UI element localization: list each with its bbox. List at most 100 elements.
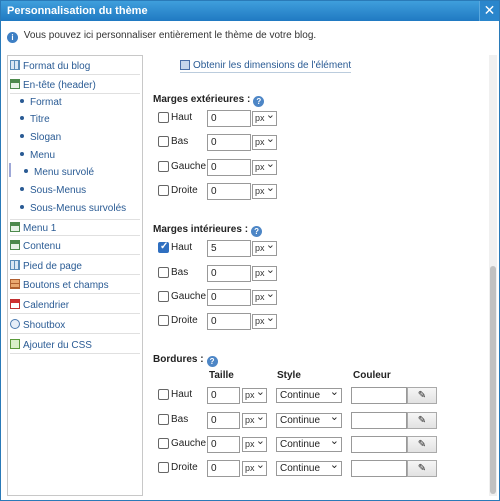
border-left-style-select[interactable]: Continue	[276, 435, 342, 452]
outer-margin-row-left: Gauche 0 px	[155, 158, 475, 177]
get-dimensions-link[interactable]: Obtenir les dimensions de l'élément	[180, 60, 352, 73]
inner-top-input[interactable]: 5	[207, 240, 251, 257]
border-right-color-picker[interactable]: ✎	[407, 460, 437, 477]
outer-bottom-input[interactable]: 0	[207, 134, 251, 151]
outer-top-input[interactable]: 0	[207, 110, 251, 127]
chat-icon	[10, 319, 20, 329]
outer-top-checkbox[interactable]	[158, 112, 169, 123]
outer-bottom-checkbox[interactable]	[158, 136, 169, 147]
border-right-checkbox[interactable]	[158, 462, 169, 473]
sidebar-subitem-sous-menus-survoles[interactable]: Sous-Menus survolés	[20, 201, 126, 217]
inner-right-checkbox[interactable]	[158, 315, 169, 326]
border-bottom-unit-select[interactable]: px	[242, 411, 267, 428]
outer-right-unit-select[interactable]: px	[252, 182, 277, 199]
border-left-size-input[interactable]: 0	[207, 436, 240, 453]
sidebar-subitem-menu-survole[interactable]: Menu survolé	[24, 165, 94, 181]
inner-top-checkbox[interactable]	[158, 241, 169, 253]
brick-icon	[10, 279, 20, 289]
sidebar: Format du blog En-tête (header) Format T…	[7, 55, 143, 496]
outer-bottom-unit-select[interactable]: px	[252, 133, 277, 150]
border-bottom-checkbox[interactable]	[158, 414, 169, 425]
sidebar-item-format-du-blog[interactable]: Format du blog	[10, 58, 140, 75]
border-row-right: Droite 0 px Continue ✎	[155, 459, 475, 478]
sidebar-item-contenu[interactable]: Contenu	[10, 238, 140, 255]
sidebar-item-boutons-et-champs[interactable]: Boutons et champs	[10, 277, 140, 294]
help-icon[interactable]: ?	[251, 226, 263, 237]
outer-right-input[interactable]: 0	[207, 183, 251, 200]
sidebar-item-label: Format du blog	[23, 61, 91, 72]
content-scrollbar[interactable]	[489, 55, 497, 496]
sidebar-item-label: Boutons et champs	[23, 280, 109, 291]
border-right-style-select[interactable]: Continue	[276, 459, 342, 476]
border-left-color-input[interactable]	[351, 436, 407, 453]
sidebar-item-ajouter-du-css[interactable]: Ajouter du CSS	[10, 337, 140, 354]
border-left-unit-select[interactable]: px	[242, 435, 267, 452]
border-right-unit-select[interactable]: px	[242, 459, 267, 476]
help-icon[interactable]: ?	[206, 356, 218, 367]
window-icon	[10, 222, 20, 232]
border-top-color-picker[interactable]: ✎	[407, 387, 437, 404]
dialog-titlebar: Personnalisation du thème	[1, 1, 499, 21]
inner-margin-row-left: Gauche 0 px	[155, 288, 475, 307]
inner-bottom-unit-select[interactable]: px	[252, 264, 277, 281]
scrollbar-thumb[interactable]	[490, 266, 496, 494]
outer-left-checkbox[interactable]	[158, 161, 169, 172]
help-icon[interactable]: ?	[253, 96, 265, 107]
eyedropper-icon: ✎	[417, 415, 427, 426]
intro-text: Vous pouvez ici personnaliser entièremen…	[23, 30, 317, 41]
sidebar-item-shoutbox[interactable]: Shoutbox	[10, 317, 140, 334]
borders-title: Bordures :?	[153, 354, 218, 367]
inner-left-unit-select[interactable]: px	[252, 288, 277, 305]
eyedropper-icon: ✎	[417, 463, 427, 474]
inner-left-checkbox[interactable]	[158, 291, 169, 302]
outer-right-checkbox[interactable]	[158, 185, 169, 196]
border-top-unit-select[interactable]: px	[242, 386, 267, 403]
border-right-size-input[interactable]: 0	[207, 460, 240, 477]
sidebar-subitem-titre[interactable]: Titre	[20, 112, 50, 128]
border-bottom-style-select[interactable]: Continue	[276, 411, 342, 428]
outer-top-unit-select[interactable]: px	[252, 109, 277, 126]
sidebar-item-calendrier[interactable]: Calendrier	[10, 297, 140, 314]
inner-right-input[interactable]: 0	[207, 313, 251, 330]
col-header-size: Taille	[209, 370, 234, 381]
layout-icon	[10, 60, 20, 70]
sidebar-subitem-slogan[interactable]: Slogan	[20, 130, 61, 146]
border-top-checkbox[interactable]	[158, 389, 169, 400]
sidebar-subitem-format[interactable]: Format	[20, 95, 62, 111]
border-bottom-color-input[interactable]	[351, 412, 407, 429]
close-button[interactable]: ✕	[479, 1, 499, 21]
dialog-title: Personnalisation du thème	[7, 5, 148, 17]
outer-left-input[interactable]: 0	[207, 159, 251, 176]
sidebar-item-menu-1[interactable]: Menu 1	[10, 219, 140, 236]
inner-bottom-checkbox[interactable]	[158, 267, 169, 278]
inner-margin-row-top: Haut 5 px	[155, 239, 475, 258]
inner-margins-title: Marges intérieures :?	[153, 224, 263, 237]
border-row-top: Haut 0 px Continue ✎	[155, 386, 475, 405]
border-right-color-input[interactable]	[351, 460, 407, 477]
border-top-color-input[interactable]	[351, 387, 407, 404]
eyedropper-icon: ✎	[417, 439, 427, 450]
sidebar-item-en-tete[interactable]: En-tête (header)	[10, 77, 140, 94]
bullet-icon	[20, 187, 24, 191]
settings-panel: Obtenir les dimensions de l'élément Marg…	[144, 55, 493, 496]
border-bottom-size-input[interactable]: 0	[207, 412, 240, 429]
border-bottom-color-picker[interactable]: ✎	[407, 412, 437, 429]
eyedropper-icon: ✎	[417, 390, 427, 401]
border-top-size-input[interactable]: 0	[207, 387, 240, 404]
border-left-color-picker[interactable]: ✎	[407, 436, 437, 453]
col-header-style: Style	[277, 370, 301, 381]
bullet-icon	[24, 169, 28, 173]
inner-left-input[interactable]: 0	[207, 289, 251, 306]
info-icon: i	[7, 32, 18, 43]
outer-left-unit-select[interactable]: px	[252, 158, 277, 175]
inner-top-unit-select[interactable]: px	[252, 239, 277, 256]
sidebar-subitem-menu[interactable]: Menu	[20, 148, 55, 164]
sidebar-item-label: Calendrier	[23, 300, 70, 311]
border-top-style-select[interactable]: Continue	[276, 386, 342, 403]
sidebar-subitem-sous-menus[interactable]: Sous-Menus	[20, 183, 86, 199]
inner-bottom-input[interactable]: 0	[207, 265, 251, 282]
border-left-checkbox[interactable]	[158, 438, 169, 449]
col-header-color: Couleur	[353, 370, 391, 381]
inner-right-unit-select[interactable]: px	[252, 312, 277, 329]
sidebar-item-pied-de-page[interactable]: Pied de page	[10, 258, 140, 275]
